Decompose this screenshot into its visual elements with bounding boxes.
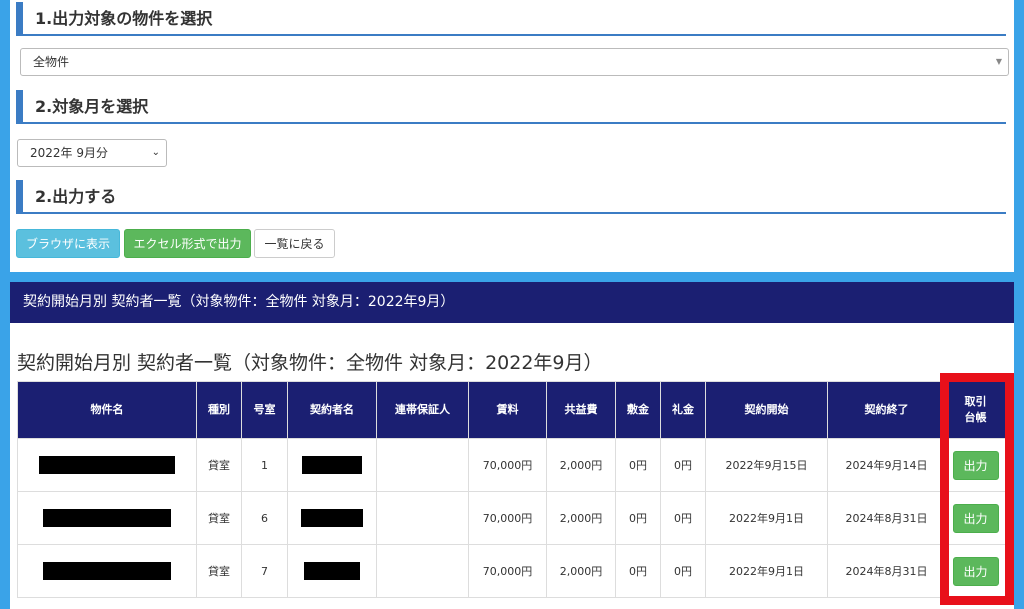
- cell-contractor-redacted: [287, 438, 377, 492]
- cell-ledger: 出力: [945, 544, 1006, 598]
- cell-key-money: 0円: [660, 438, 706, 492]
- cell-kind: 貸室: [196, 491, 242, 545]
- ledger-output-button[interactable]: 出力: [952, 450, 999, 480]
- cell-common-fee: 2,000円: [546, 491, 616, 545]
- contracts-table: 物件名 種別 号室 契約者名 連帯保証人 賃料 共益費 敷金 礼金 契約開始 契…: [17, 381, 1006, 598]
- cell-deposit: 0円: [615, 491, 661, 545]
- col-header-room: 号室: [241, 381, 288, 439]
- cell-guarantor: [376, 544, 469, 598]
- cell-start: 2022年9月1日: [705, 491, 828, 545]
- show-in-browser-button[interactable]: ブラウザに表示: [16, 229, 120, 258]
- redaction-block: [43, 509, 171, 527]
- cell-start: 2022年9月1日: [705, 544, 828, 598]
- section-heading-output: 2.出力する: [16, 180, 1006, 214]
- redaction-block: [39, 456, 175, 474]
- col-header-common-fee: 共益費: [546, 381, 616, 439]
- table-row: 貸室 6 70,000円 2,000円 0円 0円 2022年9月1日 2024…: [17, 491, 1006, 545]
- cell-common-fee: 2,000円: [546, 544, 616, 598]
- result-panel-header: 契約開始月別 契約者一覧（対象物件：全物件 対象月：2022年9月）: [10, 282, 1014, 323]
- col-header-key-money: 礼金: [660, 381, 706, 439]
- col-header-contractor: 契約者名: [287, 381, 377, 439]
- back-to-list-button[interactable]: 一覧に戻る: [254, 229, 335, 258]
- month-select[interactable]: 2022年 9月分 ⌄: [17, 139, 167, 167]
- redaction-block: [43, 562, 171, 580]
- ledger-output-button[interactable]: 出力: [952, 556, 999, 586]
- cell-end: 2024年8月31日: [827, 544, 946, 598]
- cell-ledger: 出力: [945, 438, 1006, 492]
- redaction-block: [301, 509, 363, 527]
- section-heading-property: 1.出力対象の物件を選択: [16, 2, 1006, 36]
- cell-room: 1: [241, 438, 288, 492]
- cell-end: 2024年9月14日: [827, 438, 946, 492]
- cell-key-money: 0円: [660, 491, 706, 545]
- export-excel-button[interactable]: エクセル形式で出力: [124, 229, 251, 258]
- col-header-guarantor: 連帯保証人: [376, 381, 469, 439]
- cell-contractor-redacted: [287, 544, 377, 598]
- cell-rent: 70,000円: [468, 438, 547, 492]
- cell-rent: 70,000円: [468, 544, 547, 598]
- cell-guarantor: [376, 438, 469, 492]
- result-title: 契約開始月別 契約者一覧（対象物件：全物件 対象月：2022年9月）: [17, 352, 603, 374]
- col-header-rent: 賃料: [468, 381, 547, 439]
- table-header-row: 物件名 種別 号室 契約者名 連帯保証人 賃料 共益費 敷金 礼金 契約開始 契…: [17, 381, 1006, 439]
- cell-room: 7: [241, 544, 288, 598]
- col-header-kind: 種別: [196, 381, 242, 439]
- cell-kind: 貸室: [196, 438, 242, 492]
- table-row: 貸室 1 70,000円 2,000円 0円 0円 2022年9月15日 202…: [17, 438, 1006, 492]
- cell-rent: 70,000円: [468, 491, 547, 545]
- selection-panel: 1.出力対象の物件を選択 全物件 ▼ 2.対象月を選択 2022年 9月分 ⌄ …: [10, 0, 1014, 272]
- section-heading-month: 2.対象月を選択: [16, 90, 1006, 124]
- cell-property-redacted: [17, 438, 197, 492]
- cell-ledger: 出力: [945, 491, 1006, 545]
- cell-property-redacted: [17, 491, 197, 545]
- property-select[interactable]: 全物件 ▼: [20, 48, 1009, 76]
- caret-down-icon: ▼: [995, 57, 1002, 66]
- cell-deposit: 0円: [615, 438, 661, 492]
- cell-property-redacted: [17, 544, 197, 598]
- cell-guarantor: [376, 491, 469, 545]
- col-header-deposit: 敷金: [615, 381, 661, 439]
- cell-contractor-redacted: [287, 491, 377, 545]
- cell-deposit: 0円: [615, 544, 661, 598]
- month-select-value: 2022年 9月分: [30, 146, 108, 160]
- redaction-block: [302, 456, 362, 474]
- cell-start: 2022年9月15日: [705, 438, 828, 492]
- result-panel: 契約開始月別 契約者一覧（対象物件：全物件 対象月：2022年9月） 契約開始月…: [10, 282, 1014, 609]
- chevron-down-icon: ⌄: [151, 147, 160, 158]
- col-header-start: 契約開始: [705, 381, 828, 439]
- table-row: 貸室 7 70,000円 2,000円 0円 0円 2022年9月1日 2024…: [17, 544, 1006, 598]
- property-select-value: 全物件: [33, 55, 70, 69]
- cell-common-fee: 2,000円: [546, 438, 616, 492]
- col-header-end: 契約終了: [827, 381, 946, 439]
- cell-key-money: 0円: [660, 544, 706, 598]
- col-header-property: 物件名: [17, 381, 197, 439]
- ledger-output-button[interactable]: 出力: [952, 503, 999, 533]
- cell-end: 2024年8月31日: [827, 491, 946, 545]
- cell-room: 6: [241, 491, 288, 545]
- col-header-ledger: 取引 台帳: [945, 381, 1006, 439]
- cell-kind: 貸室: [196, 544, 242, 598]
- redaction-block: [304, 562, 360, 580]
